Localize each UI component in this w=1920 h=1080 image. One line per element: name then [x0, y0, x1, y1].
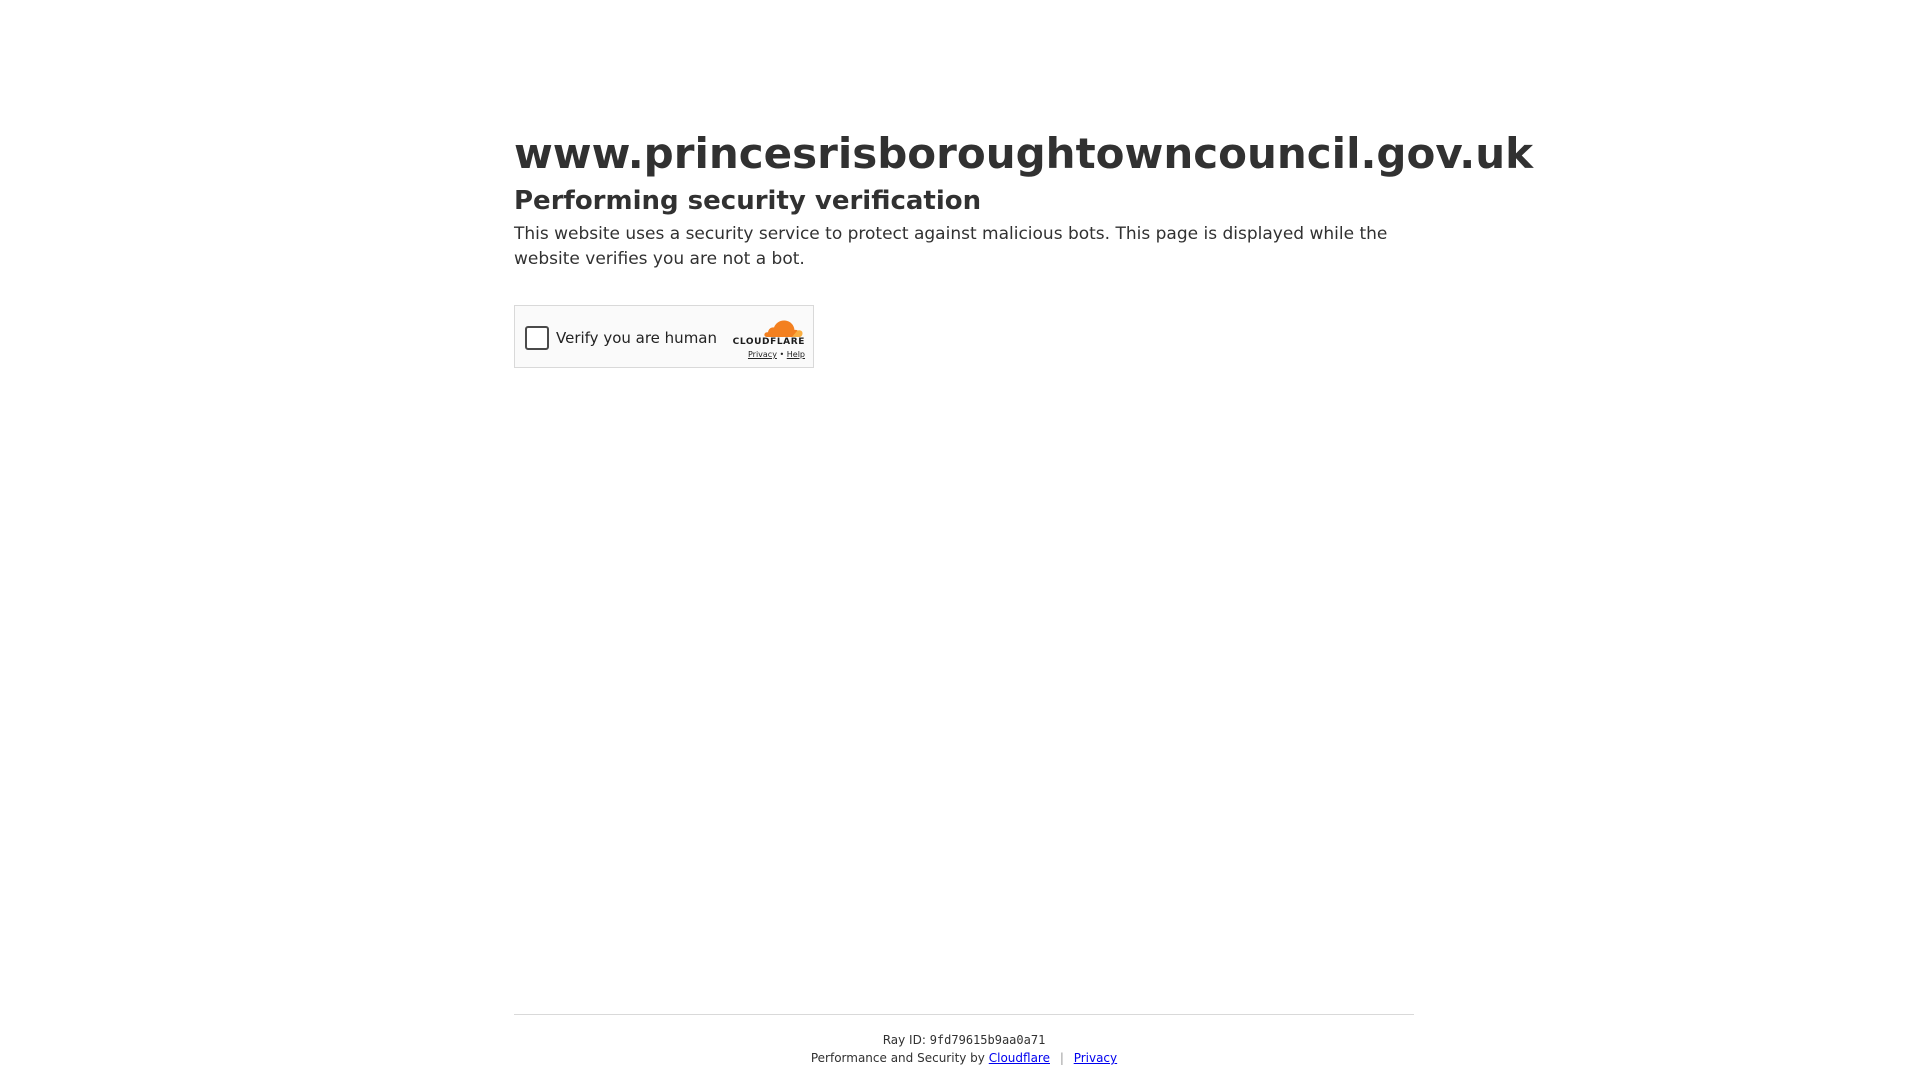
- widget-links-separator: •: [779, 350, 785, 359]
- cloudflare-branding: CLOUDFLARE Privacy • Help: [725, 317, 805, 361]
- challenge-page: www.princesrisboroughtowncouncil.gov.uk …: [0, 0, 1920, 1080]
- performance-text: Performance and Security by: [810, 1051, 985, 1065]
- widget-links: Privacy • Help: [725, 349, 805, 361]
- footer: Ray ID: 9fd79615b9aa0a71 Performance and…: [514, 1014, 1414, 1067]
- ray-id-label: Ray ID:: [882, 1033, 926, 1047]
- footer-privacy-link[interactable]: Privacy: [1074, 1051, 1117, 1065]
- turnstile-widget: Verify you are human CLOUDFLARE Privacy …: [514, 305, 814, 368]
- cloudflare-wordmark: CLOUDFLARE: [732, 337, 805, 347]
- cloudflare-link[interactable]: Cloudflare: [989, 1051, 1050, 1065]
- main-content: www.princesrisboroughtowncouncil.gov.uk …: [514, 124, 1534, 368]
- ray-id-line: Ray ID: 9fd79615b9aa0a71: [514, 1031, 1414, 1049]
- widget-privacy-link[interactable]: Privacy: [748, 350, 777, 359]
- performance-line: Performance and Security by Cloudflare |…: [514, 1049, 1414, 1067]
- page-title: Performing security verification: [514, 186, 982, 216]
- cloudflare-cloud-icon: [764, 320, 803, 337]
- footer-separator: |: [1059, 1051, 1064, 1065]
- verify-label[interactable]: Verify you are human: [556, 327, 717, 349]
- widget-help-link[interactable]: Help: [787, 350, 805, 359]
- site-domain: www.princesrisboroughtowncouncil.gov.uk: [514, 129, 1534, 178]
- verify-checkbox[interactable]: [525, 326, 549, 350]
- description-text: This website uses a security service to …: [514, 224, 1388, 269]
- ray-id-value: 9fd79615b9aa0a71: [929, 1033, 1046, 1047]
